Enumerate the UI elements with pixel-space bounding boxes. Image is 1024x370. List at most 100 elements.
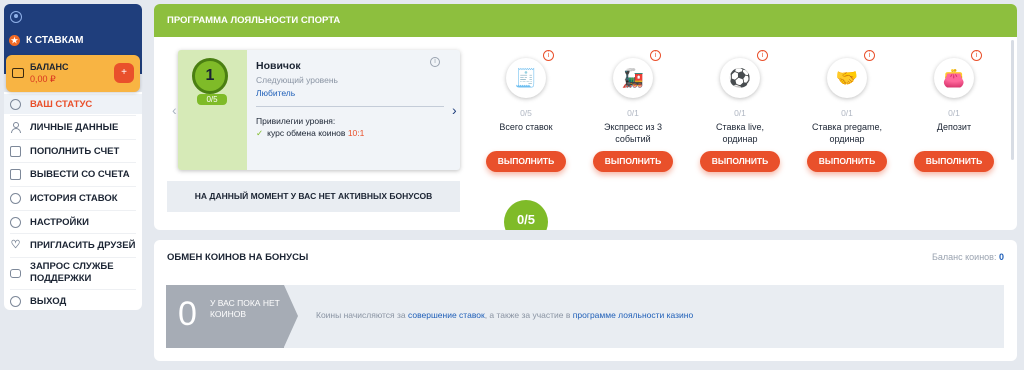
divider: [10, 115, 136, 116]
divider: [10, 162, 136, 163]
task-live-bet: i ⚽ 0/1 Ставка live, ординар ВЫПОЛНИТЬ: [688, 50, 792, 180]
menu-item-label: ПОПОЛНИТЬ СЧЕТ: [30, 145, 120, 157]
task-name: Экспресс из 3 событий: [581, 121, 685, 145]
task-name-line-1: Депозит: [936, 122, 972, 132]
divider: [10, 257, 136, 258]
menu-item-label: ЛИЧНЫЕ ДАННЫЕ: [30, 121, 119, 133]
gear-icon: [10, 98, 21, 110]
task-icon-circle: 🧾: [506, 58, 546, 98]
task-name-line-1: Ставка pregame,: [812, 122, 882, 132]
menu-item-support[interactable]: ЗАПРОС СЛУЖБЕ ПОДДЕРЖКИ: [4, 259, 142, 287]
info-text-part-1: Коины начисляются за: [316, 310, 406, 320]
level-name: Новичок: [256, 60, 301, 72]
task-name-line-1: Ставка live,: [716, 122, 764, 132]
task-progress: 0/5: [520, 108, 532, 118]
exchange-info-text: Коины начисляются за совершение ставок, …: [316, 310, 693, 320]
chat-icon: [10, 268, 21, 278]
task-icon-circle: ⚽: [720, 58, 760, 98]
menu-item-label: ЗАПРОС СЛУЖБЕ ПОДДЕРЖКИ: [30, 261, 114, 285]
train-icon: 🚂: [621, 68, 645, 88]
level-progress: 0/5: [197, 94, 227, 105]
user-icon[interactable]: [10, 11, 22, 23]
menu-item-label: ВЫВЕСТИ СО СЧЕТА: [30, 168, 130, 180]
divider: [10, 186, 136, 187]
exit-icon: [10, 295, 21, 307]
task-pregame-bet: i 🤝 0/1 Ставка pregame, ординар ВЫПОЛНИТЬ: [795, 50, 899, 180]
divider: [10, 289, 136, 290]
divider: [10, 233, 136, 234]
next-level-label: Следующий уровень: [256, 75, 338, 85]
task-name: Всего ставок: [474, 121, 578, 133]
progress-ball: 0/5: [504, 200, 548, 230]
no-coins-text: У ВАС ПОКА НЕТ КОИНОВ: [210, 298, 280, 319]
menu-item-label: ВАШ СТАТУС: [30, 98, 93, 110]
task-name-line-1: Всего ставок: [499, 122, 553, 132]
next-level-link[interactable]: Любитель: [256, 88, 295, 98]
level-card: 1 0/5 Новичок Следующий уровень Любитель…: [178, 50, 460, 170]
exchange-title: ОБМЕН КОИНОВ НА БОНУСЫ: [167, 252, 309, 263]
complete-button[interactable]: ВЫПОЛНИТЬ: [807, 151, 887, 172]
menu-item-status[interactable]: ВАШ СТАТУС: [4, 94, 142, 114]
menu-item-label: НАСТРОЙКИ: [30, 216, 89, 228]
task-name-line-1: Экспресс из 3: [603, 122, 663, 132]
complete-button[interactable]: ВЫПОЛНИТЬ: [914, 151, 994, 172]
complete-button[interactable]: ВЫПОЛНИТЬ: [593, 151, 673, 172]
person-icon: [10, 121, 21, 133]
complete-button[interactable]: ВЫПОЛНИТЬ: [486, 151, 566, 172]
complete-button[interactable]: ВЫПОЛНИТЬ: [700, 151, 780, 172]
tennis-ball-icon: 1: [192, 58, 228, 94]
menu-item-invite-friends[interactable]: ♡ ПРИГЛАСИТЬ ДРУЗЕЙ: [4, 235, 142, 255]
add-funds-button[interactable]: +: [114, 63, 134, 83]
coin-count-block: 0 У ВАС ПОКА НЕТ КОИНОВ: [166, 285, 284, 348]
receipt-icon: 🧾: [514, 68, 538, 88]
star-icon: ★: [9, 35, 20, 46]
divider: [256, 106, 444, 107]
bets-link[interactable]: совершение ставок: [408, 310, 485, 320]
chevron-left-icon[interactable]: ‹: [172, 102, 177, 118]
menu-item-personal-data[interactable]: ЛИЧНЫЕ ДАННЫЕ: [4, 117, 142, 137]
menu-item-withdraw[interactable]: ВЫВЕСТИ СО СЧЕТА: [4, 164, 142, 184]
task-total-bets: i 🧾 0/5 Всего ставок ВЫПОЛНИТЬ: [474, 50, 578, 180]
info-text-part-2: , а также за участие в: [484, 310, 571, 320]
coin-balance-value: 0: [998, 252, 1004, 262]
withdraw-icon: [10, 168, 21, 180]
divider: [10, 139, 136, 140]
menu-item-label: ПРИГЛАСИТЬ ДРУЗЕЙ: [30, 239, 136, 251]
coin-count: 0: [178, 295, 197, 333]
clock-icon: [10, 192, 21, 204]
exchange-box: 0 У ВАС ПОКА НЕТ КОИНОВ Коины начисляютс…: [166, 285, 1004, 348]
support-line-2: ПОДДЕРЖКИ: [30, 273, 92, 284]
handshake-icon: 🤝: [835, 68, 859, 88]
task-icon-circle: 🚂: [613, 58, 653, 98]
coin-balance-label: Баланс коинов:: [932, 252, 997, 262]
balance-card: БАЛАНС 0,00 ₽ +: [6, 55, 140, 92]
task-name-line-2: событий: [615, 134, 651, 144]
check-icon: ✓: [256, 128, 264, 138]
task-express: i 🚂 0/1 Экспресс из 3 событий ВЫПОЛНИТЬ: [581, 50, 685, 180]
to-bets-link[interactable]: ★ К СТАВКАМ: [9, 35, 83, 46]
arrow-shape: [284, 285, 298, 347]
menu-item-label: ИСТОРИЯ СТАВОК: [30, 192, 118, 204]
menu-item-bet-history[interactable]: ИСТОРИЯ СТАВОК: [4, 188, 142, 208]
privilege-rate: 10:1: [347, 128, 365, 138]
menu-item-deposit[interactable]: ПОПОЛНИТЬ СЧЕТ: [4, 141, 142, 161]
heart-icon: ♡: [10, 238, 21, 251]
chevron-right-icon[interactable]: ›: [452, 102, 457, 118]
task-name: Ставка live, ординар: [688, 121, 792, 145]
info-icon[interactable]: i: [430, 57, 440, 67]
task-deposit: i 👛 0/1 Депозит ВЫПОЛНИТЬ: [902, 50, 1006, 180]
privilege-text: курс обмена коинов: [267, 128, 346, 138]
settings-icon: [10, 216, 21, 228]
level-number: 1: [205, 67, 215, 84]
task-icon-circle: 🤝: [827, 58, 867, 98]
menu-item-logout[interactable]: ВЫХОД: [4, 291, 142, 311]
wallet-icon: 👛: [942, 68, 966, 88]
loyalty-title: ПРОГРАММА ЛОЯЛЬНОСТИ СПОРТА: [154, 4, 1017, 37]
menu-item-settings[interactable]: НАСТРОЙКИ: [4, 212, 142, 232]
scrollbar[interactable]: [1011, 40, 1014, 160]
task-icon-circle: 👛: [934, 58, 974, 98]
task-name: Ставка pregame, ординар: [795, 121, 899, 145]
task-name: Депозит: [902, 121, 1006, 133]
casino-loyalty-link[interactable]: программе лояльности казино: [573, 310, 693, 320]
balance-title: БАЛАНС: [30, 62, 69, 72]
